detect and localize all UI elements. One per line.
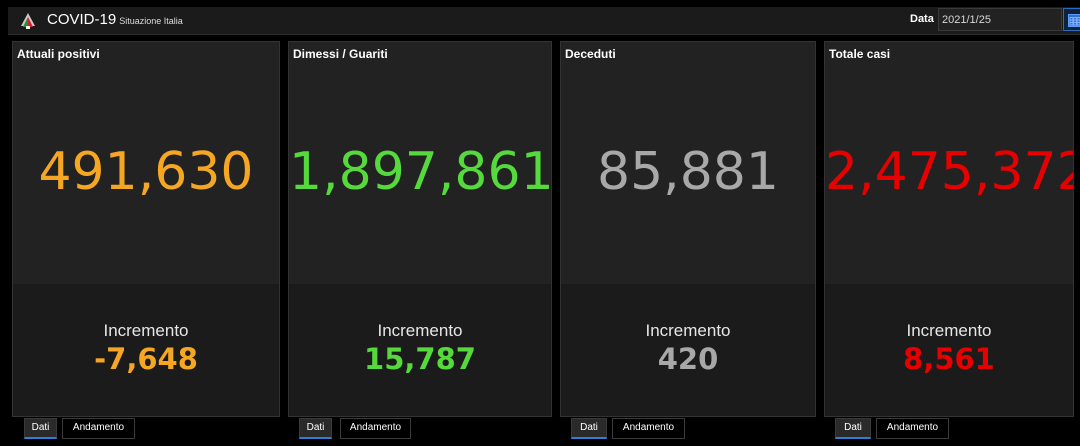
increment-value: 8,561: [903, 342, 995, 376]
panel-deceduti: Deceduti 85,881 Incremento 420: [560, 41, 816, 417]
app-title-text: COVID-19: [47, 11, 117, 28]
tab-dati[interactable]: Dati: [571, 418, 607, 439]
calendar-button[interactable]: [1063, 8, 1080, 31]
app-subtitle: Situazione Italia: [119, 16, 183, 26]
increment-label: Incremento: [377, 321, 463, 340]
panel-dimessi-guariti: Dimessi / Guariti 1,897,861 Incremento 1…: [288, 41, 552, 417]
panel-title: Dimessi / Guariti: [293, 47, 388, 61]
increment-label: Incremento: [645, 321, 731, 340]
tab-andamento[interactable]: Andamento: [612, 418, 685, 439]
panel-title: Totale casi: [829, 47, 891, 61]
main-value: 85,881: [597, 142, 779, 202]
tab-dati[interactable]: Dati: [299, 418, 332, 439]
date-label: Data: [910, 13, 934, 25]
header-bar: COVID-19 Situazione Italia Data: [8, 7, 1080, 35]
panel-attuali-positivi: Attuali positivi 491,630 Incremento -7,6…: [12, 41, 280, 417]
tab-andamento[interactable]: Andamento: [876, 418, 949, 439]
italy-flag-icon: [21, 13, 35, 29]
increment-value: 15,787: [364, 342, 476, 376]
panel-title: Attuali positivi: [17, 47, 100, 61]
panel-title: Deceduti: [565, 47, 616, 61]
tab-dati[interactable]: Dati: [835, 418, 871, 439]
increment-label: Incremento: [906, 321, 992, 340]
date-input[interactable]: [938, 8, 1062, 31]
tab-andamento[interactable]: Andamento: [340, 418, 411, 439]
increment-value: 420: [657, 342, 719, 376]
increment-label: Incremento: [103, 321, 189, 340]
increment-section: Incremento -7,648: [13, 284, 279, 416]
increment-section: Incremento 420: [561, 284, 815, 416]
main-value: 1,897,861: [289, 142, 552, 202]
main-value: 491,630: [38, 142, 254, 202]
calendar-icon: [1068, 14, 1080, 27]
increment-section: Incremento 15,787: [289, 284, 551, 416]
app-title: COVID-19 Situazione Italia: [47, 11, 183, 28]
increment-section: Incremento 8,561: [825, 284, 1073, 416]
increment-value: -7,648: [94, 342, 198, 376]
tab-andamento[interactable]: Andamento: [62, 418, 135, 439]
main-value: 2,475,372: [825, 142, 1074, 202]
panel-totale-casi: Totale casi 2,475,372 Incremento 8,561: [824, 41, 1074, 417]
tab-dati[interactable]: Dati: [24, 418, 57, 439]
